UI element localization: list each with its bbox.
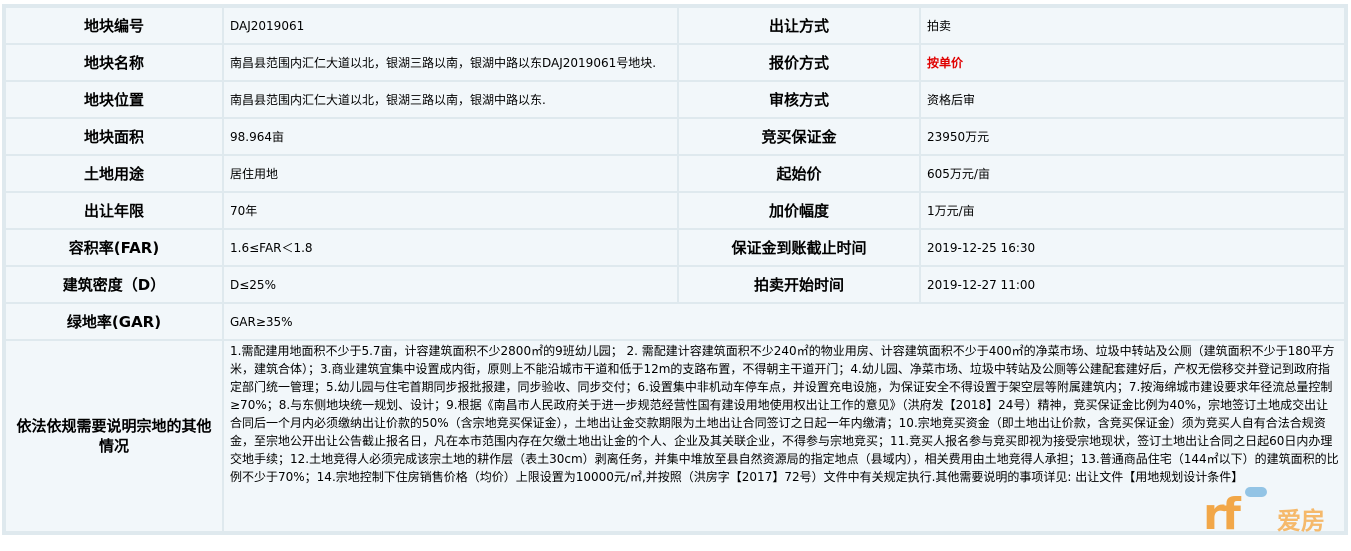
watermark-text: 爱房 xyxy=(1277,507,1325,535)
table-row: 地块名称 南昌县范围内汇仁大道以北，银湖三路以南，银湖中路以东DAJ201906… xyxy=(6,45,1344,80)
watermark-mark: rf xyxy=(1203,489,1241,540)
table-row: 出让年限 70年 加价幅度 1万元/亩 xyxy=(6,193,1344,228)
label-bid-increment: 加价幅度 xyxy=(679,193,919,228)
value-parcel-no: DAJ2019061 xyxy=(224,8,677,43)
aifang-watermark-logo: rf 爱房 xyxy=(1197,483,1347,543)
label-bid-deposit: 竞买保证金 xyxy=(679,119,919,154)
land-info-table: 地块编号 DAJ2019061 出让方式 拍卖 地块名称 南昌县范围内汇仁大道以… xyxy=(4,6,1346,533)
label-parcel-no: 地块编号 xyxy=(6,8,222,43)
label-transfer-method: 出让方式 xyxy=(679,8,919,43)
value-deposit-deadline: 2019-12-25 16:30 xyxy=(921,230,1344,265)
label-other-notes: 依法依规需要说明宗地的其他情况 xyxy=(6,341,222,531)
label-parcel-location: 地块位置 xyxy=(6,82,222,117)
label-far: 容积率(FAR) xyxy=(6,230,222,265)
value-starting-price: 605万元/亩 xyxy=(921,156,1344,191)
label-review-method: 审核方式 xyxy=(679,82,919,117)
value-quote-method: 按单价 xyxy=(921,45,1344,80)
label-building-density: 建筑密度（D） xyxy=(6,267,222,302)
table-row: 依法依规需要说明宗地的其他情况 1.需配建用地面积不少于5.7亩，计容建筑面积不… xyxy=(6,341,1344,531)
table-row: 容积率(FAR) 1.6≤FAR＜1.8 保证金到账截止时间 2019-12-2… xyxy=(6,230,1344,265)
value-auction-start: 2019-12-27 11:00 xyxy=(921,267,1344,302)
watermark-dot-icon xyxy=(1245,487,1267,497)
label-auction-start: 拍卖开始时间 xyxy=(679,267,919,302)
value-parcel-area: 98.964亩 xyxy=(224,119,677,154)
value-land-use: 居住用地 xyxy=(224,156,677,191)
label-deposit-deadline: 保证金到账截止时间 xyxy=(679,230,919,265)
label-quote-method: 报价方式 xyxy=(679,45,919,80)
value-parcel-name: 南昌县范围内汇仁大道以北，银湖三路以南，银湖中路以东DAJ2019061号地块. xyxy=(224,45,677,80)
label-green-rate: 绿地率(GAR) xyxy=(6,304,222,339)
table-row: 绿地率(GAR) GAR≥35% xyxy=(6,304,1344,339)
value-transfer-term: 70年 xyxy=(224,193,677,228)
table-row: 地块位置 南昌县范围内汇仁大道以北，银湖三路以南，银湖中路以东. 审核方式 资格… xyxy=(6,82,1344,117)
value-bid-increment: 1万元/亩 xyxy=(921,193,1344,228)
value-far: 1.6≤FAR＜1.8 xyxy=(224,230,677,265)
value-transfer-method: 拍卖 xyxy=(921,8,1344,43)
land-info-table-frame: 地块编号 DAJ2019061 出让方式 拍卖 地块名称 南昌县范围内汇仁大道以… xyxy=(2,4,1348,535)
table-row: 建筑密度（D） D≤25% 拍卖开始时间 2019-12-27 11:00 xyxy=(6,267,1344,302)
label-transfer-term: 出让年限 xyxy=(6,193,222,228)
table-row: 地块面积 98.964亩 竞买保证金 23950万元 xyxy=(6,119,1344,154)
label-starting-price: 起始价 xyxy=(679,156,919,191)
table-row: 地块编号 DAJ2019061 出让方式 拍卖 xyxy=(6,8,1344,43)
label-parcel-name: 地块名称 xyxy=(6,45,222,80)
label-land-use: 土地用途 xyxy=(6,156,222,191)
value-parcel-location: 南昌县范围内汇仁大道以北，银湖三路以南，银湖中路以东. xyxy=(224,82,677,117)
value-other-notes: 1.需配建用地面积不少于5.7亩，计容建筑面积不少2800㎡的9班幼儿园； 2.… xyxy=(224,341,1344,531)
table-row: 土地用途 居住用地 起始价 605万元/亩 xyxy=(6,156,1344,191)
label-parcel-area: 地块面积 xyxy=(6,119,222,154)
value-bid-deposit: 23950万元 xyxy=(921,119,1344,154)
value-green-rate: GAR≥35% xyxy=(224,304,1344,339)
value-review-method: 资格后审 xyxy=(921,82,1344,117)
value-building-density: D≤25% xyxy=(224,267,677,302)
